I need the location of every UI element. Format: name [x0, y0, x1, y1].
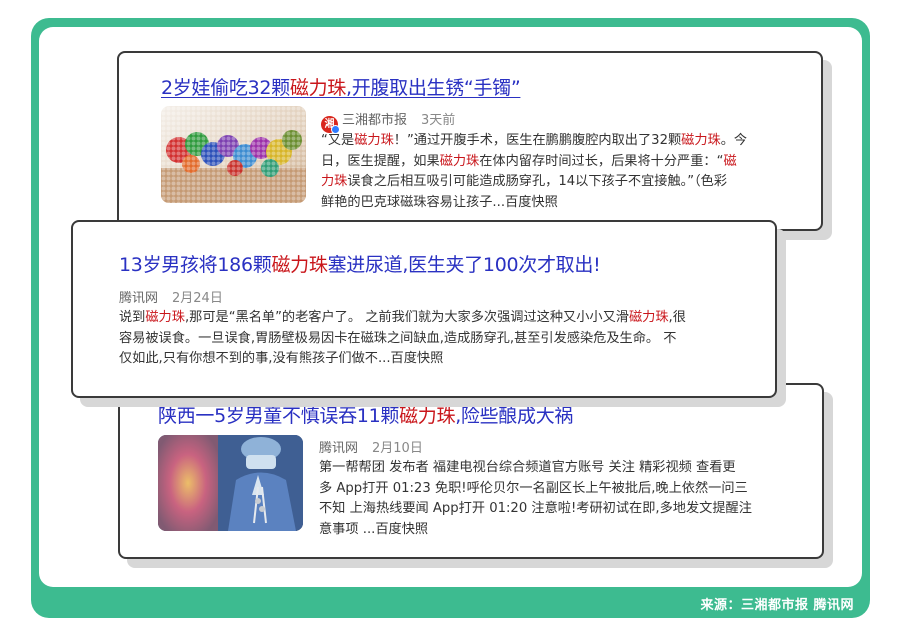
- result-snippet-2: 说到磁力珠,那可是“黑名单”的老客户了。 之前我们就为大家多次强调过这种又小小又…: [119, 308, 739, 370]
- publisher-name[interactable]: 腾讯网: [319, 441, 358, 456]
- result-meta-2: 腾讯网 2月24日: [119, 287, 223, 306]
- snippet-line: 多 App打开 01:23 免职!呼伦贝尔一名副区长上午被批后,晚上依然一问三: [319, 480, 748, 496]
- snippet-line: “又是磁力珠！”通过开腹手术，医生在鹏鹏腹腔内取出了32颗磁力珠。今: [321, 133, 748, 148]
- search-result-card-2: 13岁男孩将186颗磁力珠塞进尿道,医生夹了100次才取出! 腾讯网 2月24日 …: [71, 220, 777, 398]
- publish-time: 2月10日: [372, 441, 423, 456]
- result-title-2[interactable]: 13岁男孩将186颗磁力珠塞进尿道,医生夹了100次才取出!: [119, 250, 601, 277]
- result-title-3[interactable]: 陕西一5岁男童不慎误吞11颗磁力珠,险些酿成大祸: [158, 401, 573, 428]
- publisher-name[interactable]: 三湘都市报: [342, 113, 407, 128]
- snippet-line: 第一帮帮团 发布者 福建电视台综合频道官方账号 关注 精彩视频 查看更: [319, 460, 736, 475]
- publish-time: 3天前: [421, 113, 456, 128]
- publisher-name[interactable]: 腾讯网: [119, 291, 158, 306]
- snippet-line: 日，医生提醒，如果磁力珠在体内留存时间过长，后果将十分严重：“磁: [321, 153, 737, 169]
- snippet-line: 力珠误食之后相互吸引可能造成肠穿孔，14以下孩子不宜接触。”（色彩: [321, 174, 728, 189]
- snippet-line: 容易被误食。一旦误食,胃肠壁极易因卡在磁珠之间缺血,造成肠穿孔,甚至引发感染危及…: [119, 330, 677, 346]
- snippet-line: 意事项 ...百度快照: [319, 521, 429, 537]
- surgery-thumbnail[interactable]: [158, 435, 303, 531]
- snippet-line: 说到磁力珠,那可是“黑名单”的老客户了。 之前我们就为大家多次强调过这种又小小又…: [119, 310, 686, 325]
- search-result-card-3: 陕西一5岁男童不慎误吞11颗磁力珠,险些酿成大祸 腾讯网 2月10日 第一帮帮团…: [118, 383, 824, 559]
- result-snippet-3: 第一帮帮团 发布者 福建电视台综合频道官方账号 关注 精彩视频 查看更 多 Ap…: [319, 458, 799, 540]
- snippet-line: 仅如此,只有你想不到的事,没有熊孩子们做不...百度快照: [119, 351, 444, 366]
- snippet-line: 不知 上海热线要闻 App打开 01:20 注意啦!考研初试在即,多地发文提醒注: [319, 501, 752, 516]
- source-caption: 来源：三湘都市报 腾讯网: [700, 598, 854, 613]
- result-meta-3: 腾讯网 2月10日: [319, 437, 423, 456]
- magnetic-balls-thumbnail[interactable]: [161, 106, 306, 203]
- result-meta-1: 湘三湘都市报 3天前: [321, 109, 456, 134]
- search-result-card-1: 2岁娃偷吃32颗磁力珠,开腹取出生锈“手镯” 湘 三湘都市报 3天前 “又是磁力…: [117, 51, 823, 231]
- publish-time: 2月24日: [172, 291, 223, 306]
- result-title-1[interactable]: 2岁娃偷吃32颗磁力珠,开腹取出生锈“手镯”: [161, 73, 521, 100]
- result-snippet-1: “又是磁力珠！”通过开腹手术，医生在鹏鹏腹腔内取出了32颗磁力珠。今 日，医生提…: [321, 131, 801, 213]
- snippet-line: 鲜艳的巴克球磁珠容易让孩子...百度快照: [321, 194, 558, 210]
